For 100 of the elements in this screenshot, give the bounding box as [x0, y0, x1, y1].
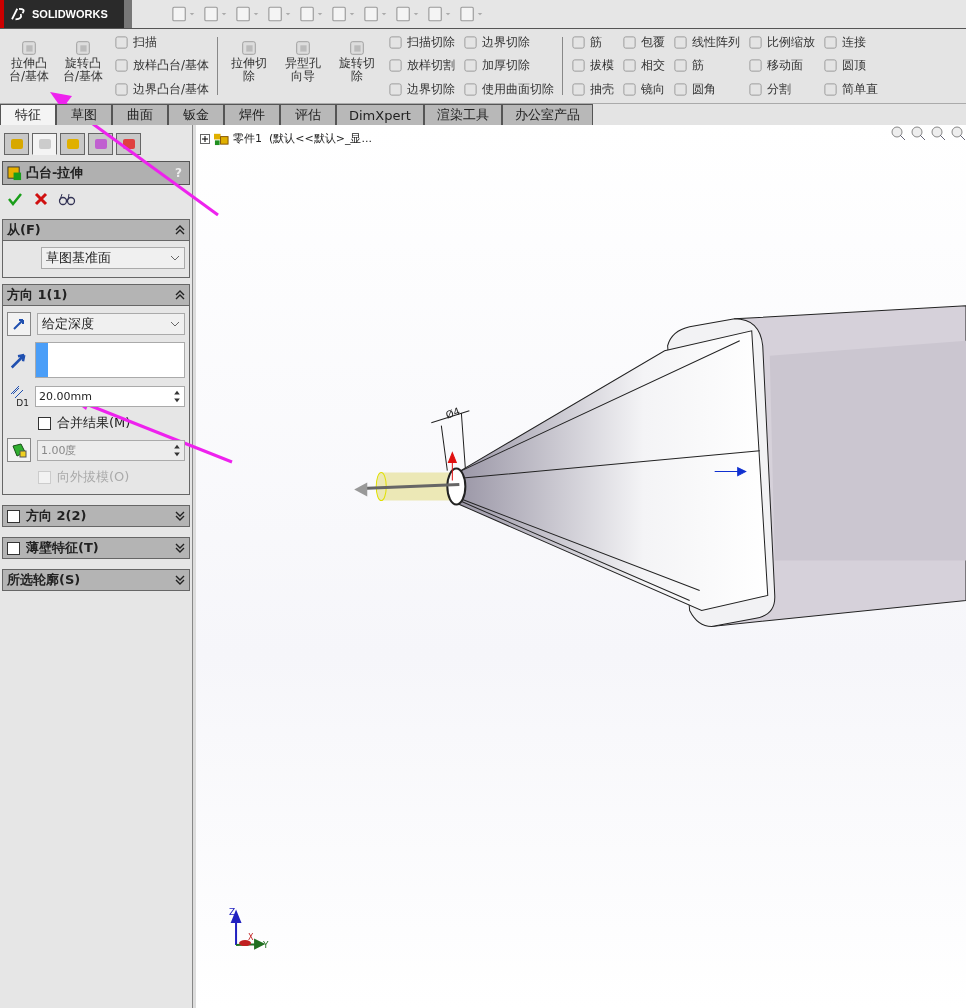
collapse-chevron-icon[interactable] [175, 225, 185, 235]
section-header[interactable]: 方向 1(1) [3, 285, 189, 306]
feature-icon [748, 58, 764, 74]
feature-tab[interactable]: 办公室产品 [501, 104, 593, 125]
feature-icon [673, 58, 689, 74]
ribbon-button[interactable]: 扫描切除 [386, 34, 458, 52]
ribbon-button[interactable]: 加厚切除 [461, 57, 557, 75]
ribbon-button[interactable]: 移动面 [746, 57, 818, 75]
feature-tab[interactable]: 草图 [56, 104, 112, 125]
ribbon-button[interactable]: 比例缩放 [746, 34, 818, 52]
ribbon-button[interactable]: 分割 [746, 80, 818, 98]
feature-icon [240, 39, 259, 57]
selection-box[interactable] [35, 342, 185, 378]
ribbon-button[interactable]: 使用曲面切除 [461, 80, 557, 98]
panel-title: 凸台-拉伸 [26, 164, 85, 182]
ribbon-large-button[interactable]: 异型孔向导 [278, 31, 329, 101]
draft-button[interactable] [7, 438, 31, 462]
z-axis-arrow [231, 909, 242, 947]
collapse-chevron-icon[interactable] [175, 290, 185, 300]
checkbox[interactable] [38, 416, 51, 430]
feature-icon [571, 81, 587, 97]
manager-tab[interactable] [32, 133, 57, 155]
ribbon-button[interactable]: 圆角 [671, 80, 743, 98]
feature-icon [294, 39, 313, 57]
feature-icon [748, 81, 764, 97]
ribbon-button[interactable]: 圆顶 [821, 57, 881, 75]
end-condition-dropdown[interactable]: 给定深度 [37, 313, 185, 335]
ribbon-button[interactable]: 筋 [671, 57, 743, 75]
zoom-area-icon[interactable] [950, 125, 966, 141]
part-tree-item[interactable]: 零件1 (默认<<默认>_显... [233, 131, 372, 146]
feature-tab[interactable]: 特征 [0, 104, 56, 125]
ribbon-button[interactable]: 边界凸台/基体 [112, 80, 212, 98]
glasses-icon[interactable] [58, 191, 76, 207]
expand-chevron-icon[interactable] [175, 543, 185, 553]
caret-icon [170, 321, 180, 327]
ribbon-button[interactable]: 线性阵列 [671, 34, 743, 52]
feature-icon [622, 58, 638, 74]
feature-icon [823, 81, 839, 97]
feature-icon [114, 58, 129, 74]
zoom-fit-icon[interactable] [930, 125, 946, 141]
feature-icon [622, 35, 638, 51]
section-header[interactable]: 薄壁特征(T) [2, 537, 190, 559]
start-condition-dropdown[interactable]: 草图基准面 [41, 247, 185, 269]
feature-icon [673, 35, 689, 51]
depth-field[interactable]: 20.00mm [35, 385, 185, 407]
ribbon-button[interactable]: 镜向 [620, 80, 668, 98]
feature-icon [463, 35, 479, 51]
feature-tab[interactable]: 曲面 [112, 104, 168, 125]
expand-icon[interactable] [200, 133, 210, 144]
dimension-label[interactable]: Ø4 [444, 405, 462, 421]
dimension-icon-label: D1 [16, 398, 29, 408]
manager-tab[interactable] [60, 133, 85, 155]
ribbon-button[interactable]: 简单直 [821, 80, 881, 98]
feature-icon [20, 39, 38, 57]
ribbon-button[interactable]: 扫描 [112, 34, 212, 52]
feature-tab[interactable]: 评估 [280, 104, 336, 125]
feature-tab[interactable]: 渲染工具 [423, 104, 502, 125]
extrude-icon [7, 165, 22, 181]
checkbox[interactable] [7, 509, 20, 523]
ribbon-button[interactable]: 相交 [620, 57, 668, 75]
ribbon-button[interactable]: 边界切除 [386, 80, 458, 98]
cancel-icon[interactable] [32, 191, 50, 207]
checkbox[interactable] [7, 541, 20, 555]
manager-tab[interactable] [88, 133, 113, 155]
reverse-direction-button[interactable] [7, 312, 31, 336]
ribbon-button[interactable]: 放样切割 [386, 57, 458, 75]
manager-tab[interactable] [4, 133, 29, 155]
feature-tab[interactable]: 钣金 [168, 104, 224, 125]
app-logo: SOLIDWORKS [0, 0, 124, 28]
ribbon-button[interactable]: 放样凸台/基体 [112, 57, 212, 75]
ribbon-button[interactable]: 抽壳 [569, 80, 617, 98]
section-header[interactable]: 从(F) [3, 220, 189, 241]
feature-icon [388, 58, 404, 74]
ok-check-icon[interactable] [6, 191, 24, 207]
feature-icon [74, 39, 92, 57]
axis-label: Y [263, 940, 269, 951]
feature-icon [114, 81, 129, 97]
feature-icon [463, 58, 479, 74]
expand-chevron-icon[interactable] [175, 575, 185, 585]
part-icon [213, 131, 230, 146]
draft-icon [11, 442, 27, 458]
feature-icon [571, 35, 587, 51]
expand-chevron-icon[interactable] [175, 511, 185, 521]
ribbon-large-button[interactable]: 拉伸凸台/基体 [4, 31, 54, 101]
section-header[interactable]: 方向 2(2) [2, 505, 190, 527]
section-header[interactable]: 所选轮廓(S) [2, 569, 190, 591]
ribbon-large-button[interactable]: 拉伸切除 [224, 31, 275, 101]
ribbon-button[interactable]: 拔模 [569, 57, 617, 75]
feature-icon [388, 35, 404, 51]
ribbon-button[interactable]: 连接 [821, 34, 881, 52]
ribbon-button[interactable]: 包覆 [620, 34, 668, 52]
tab-icon [92, 136, 109, 152]
feature-tab[interactable]: DimXpert [336, 104, 424, 125]
feature-icon [823, 35, 839, 51]
caret-icon [170, 255, 180, 261]
ribbon-large-button[interactable]: 旋转切除 [332, 31, 383, 101]
tab-icon [8, 136, 25, 152]
ribbon-button[interactable]: 筋 [569, 34, 617, 52]
ribbon-button[interactable]: 边界切除 [461, 34, 557, 52]
feature-tab[interactable]: 焊件 [224, 104, 280, 125]
